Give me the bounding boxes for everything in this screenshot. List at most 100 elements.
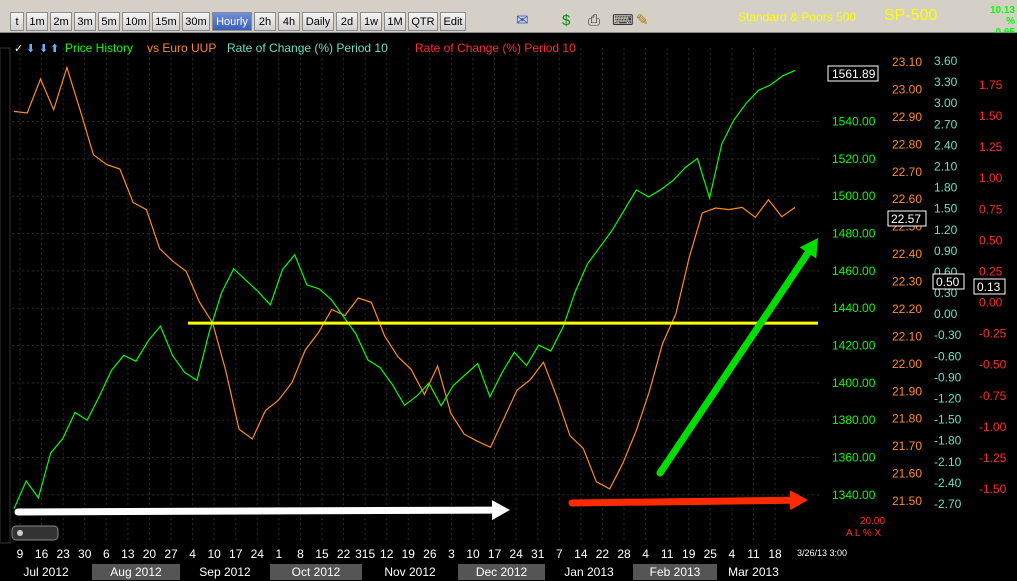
x-day-tick-label: 27 bbox=[164, 547, 178, 561]
roc-red-tick-label: -0.50 bbox=[979, 358, 1007, 372]
mail-icon[interactable]: ✉ bbox=[516, 11, 529, 31]
roc-teal-tick-label: -2.40 bbox=[934, 476, 962, 490]
timeframe-button-edit[interactable]: Edit bbox=[440, 12, 466, 31]
timeframe-button-daily[interactable]: Daily bbox=[302, 12, 334, 31]
timeframe-button-2h[interactable]: 2h bbox=[254, 12, 276, 31]
uup-tick-label: 21.80 bbox=[892, 412, 922, 426]
month-label: Aug 2012 bbox=[92, 564, 180, 580]
timeframe-button-hourly[interactable]: Hourly bbox=[212, 12, 252, 31]
x-day-tick-label: 19 bbox=[682, 547, 696, 561]
roc-red-tick-label: -0.75 bbox=[979, 389, 1007, 403]
roc-teal-tick-label: 1.50 bbox=[934, 202, 958, 216]
roc-red-tick-label: 1.50 bbox=[979, 109, 1003, 123]
legend-item: Rate of Change (%) Period 10 bbox=[227, 41, 388, 55]
uup-tick-label: 21.70 bbox=[892, 439, 922, 453]
roc-teal-tick-label: 3.60 bbox=[934, 54, 958, 68]
uup-tick-label: 22.40 bbox=[892, 247, 922, 261]
timeframe-button-qtr[interactable]: QTR bbox=[408, 12, 438, 31]
roc-teal-tick-label: -0.30 bbox=[934, 328, 962, 342]
x-day-tick-label: 24 bbox=[509, 547, 523, 561]
uup-tick-label: 21.90 bbox=[892, 384, 922, 398]
x-day-tick-label: 11 bbox=[661, 547, 674, 561]
print-icon[interactable]: ⎙ bbox=[588, 11, 600, 31]
month-label: Oct 2012 bbox=[270, 564, 362, 580]
price-tick-label: 1340.00 bbox=[832, 488, 876, 502]
x-day-tick-label: 8 bbox=[297, 547, 304, 561]
roc-teal-tick-label: 2.40 bbox=[934, 138, 958, 152]
settings-icon: ✓ bbox=[14, 42, 23, 55]
timeframe-button-1w[interactable]: 1w bbox=[360, 12, 382, 31]
roc-teal-tick-label: -2.70 bbox=[934, 497, 962, 511]
x-day-tick-label: 15 bbox=[315, 547, 329, 561]
price-tick-label: 1460.00 bbox=[832, 264, 876, 278]
timeframe-button-4h[interactable]: 4h bbox=[278, 12, 300, 31]
timeframe-button-t[interactable]: t bbox=[10, 12, 24, 31]
x-day-tick-label: 31 bbox=[531, 547, 545, 561]
x-day-tick-label: 9 bbox=[17, 547, 24, 561]
timeframe-button-1m[interactable]: 1m bbox=[26, 12, 48, 31]
x-day-tick-label: 6 bbox=[103, 547, 110, 561]
uup-tick-label: 22.80 bbox=[892, 137, 922, 151]
white-arrow-shaft bbox=[14, 506, 496, 516]
roc-red-tick-label: 0.00 bbox=[979, 296, 1003, 310]
red-arrow-shaft bbox=[568, 496, 794, 507]
uup-tick-label: 22.20 bbox=[892, 302, 922, 316]
price-tick-label: 1380.00 bbox=[832, 413, 876, 427]
timeframe-button-10m[interactable]: 10m bbox=[122, 12, 150, 31]
timeframe-button-3m[interactable]: 3m bbox=[74, 12, 96, 31]
roc-teal-tick-label: 0.90 bbox=[934, 244, 958, 258]
price-tick-label: 1420.00 bbox=[832, 339, 876, 353]
timeframe-button-2d[interactable]: 2d bbox=[336, 12, 358, 31]
legend-item: Price History bbox=[65, 41, 133, 55]
chart-background bbox=[0, 33, 1017, 563]
x-day-tick-label: 4 bbox=[642, 547, 649, 561]
timeframe-button-30m[interactable]: 30m bbox=[182, 12, 210, 31]
timeframe-button-15m[interactable]: 15m bbox=[152, 12, 180, 31]
x-day-tick-label: 4 bbox=[189, 547, 196, 561]
x-day-tick-label: 22 bbox=[337, 547, 351, 561]
month-label: Jan 2013 bbox=[545, 564, 633, 580]
roc-teal-tick-label: -0.60 bbox=[934, 349, 962, 363]
price-tick-label: 1400.00 bbox=[832, 376, 876, 390]
roc-teal-tick-label: 1.80 bbox=[934, 181, 958, 195]
roc-teal-tick-label: -1.50 bbox=[934, 413, 962, 427]
roc-red-tick-label: 0.50 bbox=[979, 233, 1003, 247]
x-day-tick-label: 3 bbox=[448, 547, 455, 561]
uup-tick-label: 23.00 bbox=[892, 82, 922, 96]
x-day-tick-label: 20 bbox=[143, 547, 157, 561]
roc-teal-tick-label: -1.20 bbox=[934, 392, 962, 406]
roc-red-tick-label: -1.25 bbox=[979, 451, 1007, 465]
last-price-label: 1561.89 bbox=[832, 67, 876, 81]
toolbar: t 1m 2m 3m 5m 10m 15m 30m Hourly 2h 4h Daily 2d 1w 1M Q… bbox=[0, 0, 1017, 33]
bottom-value-label: 20.00 bbox=[860, 516, 885, 527]
x-day-tick-label: 10 bbox=[466, 547, 480, 561]
timeframe-button-2m[interactable]: 2m bbox=[50, 12, 72, 31]
roc-red-tick-label: -1.00 bbox=[979, 420, 1007, 434]
x-day-tick-label: 30 bbox=[78, 547, 92, 561]
roc-red-tick-label: -0.25 bbox=[979, 327, 1007, 341]
roc-red-tick-label: 1.00 bbox=[979, 171, 1003, 185]
x-day-tick-label: 315 bbox=[355, 547, 375, 561]
uup-tick-label: 23.10 bbox=[892, 55, 922, 69]
legend-item: vs Euro UUP bbox=[147, 41, 216, 55]
roc-red-tick-label: 0.75 bbox=[979, 202, 1003, 216]
price-tick-label: 1540.00 bbox=[832, 115, 876, 129]
price-tick-label: 1440.00 bbox=[832, 301, 876, 315]
uup-tick-label: 22.30 bbox=[892, 275, 922, 289]
dollar-icon[interactable]: $ bbox=[562, 11, 570, 31]
uup-tick-label: 21.50 bbox=[892, 494, 922, 508]
roc-teal-tick-label: -0.90 bbox=[934, 370, 962, 384]
arrow-up-icon: ⬆ bbox=[50, 42, 59, 55]
x-day-tick-label: 4 bbox=[729, 547, 736, 561]
timeframe-button-5m[interactable]: 5m bbox=[98, 12, 120, 31]
keyboard-icon[interactable]: ⌨ bbox=[612, 11, 634, 31]
scroll-thumb bbox=[17, 530, 23, 536]
timeframe-button-1m[interactable]: 1M bbox=[384, 12, 406, 31]
month-label: Nov 2012 bbox=[362, 564, 458, 580]
roc-red-tick-label: 1.25 bbox=[979, 140, 1003, 154]
price-tick-label: 1360.00 bbox=[832, 451, 876, 465]
roc-teal-tick-label: 1.20 bbox=[934, 223, 958, 237]
month-label: Jul 2012 bbox=[0, 564, 92, 580]
uup-tick-label: 22.90 bbox=[892, 110, 922, 124]
pencil-icon[interactable]: ✎ bbox=[636, 11, 649, 31]
